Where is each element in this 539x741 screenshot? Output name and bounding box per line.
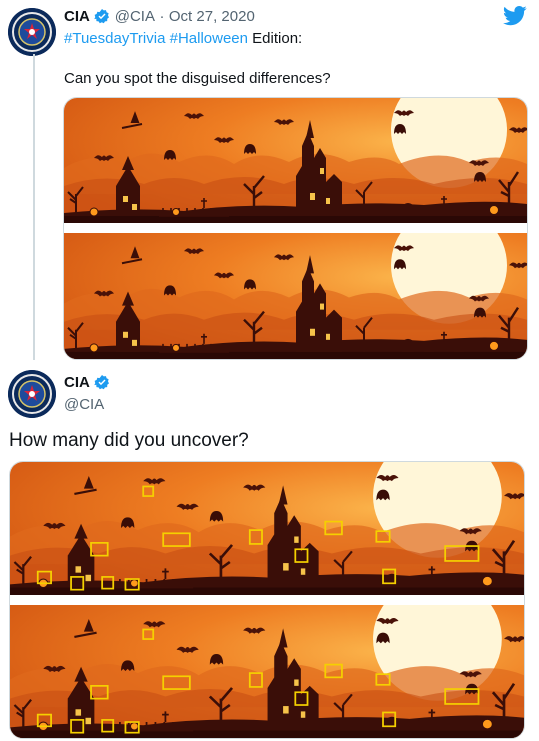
image-divider xyxy=(64,223,527,233)
cia-seal-icon xyxy=(8,8,56,56)
tweet2-header: CIA xyxy=(64,374,110,395)
tweet1-hashtag-line: #TuesdayTrivia #Halloween Edition: xyxy=(64,30,302,47)
separator-dot: · xyxy=(159,8,165,25)
hashtag-suffix: Edition: xyxy=(252,30,303,47)
author-handle[interactable]: @CIA xyxy=(115,8,155,25)
twitter-bird-icon[interactable] xyxy=(503,6,527,31)
tweet1-body: Can you spot the disguised differences? xyxy=(64,70,331,87)
puzzle-image-bottom xyxy=(64,233,527,359)
tweet2-media[interactable] xyxy=(9,461,525,739)
tweet1-media[interactable] xyxy=(63,97,528,360)
tweet-date[interactable]: Oct 27, 2020 xyxy=(169,8,255,25)
answer-image-top xyxy=(10,462,524,595)
hashtag-tuesdaytrivia[interactable]: #TuesdayTrivia xyxy=(64,30,165,47)
hashtag-halloween[interactable]: #Halloween xyxy=(170,30,248,47)
tweet2-body: How many did you uncover? xyxy=(9,430,249,451)
author-name[interactable]: CIA xyxy=(64,374,90,391)
author-handle[interactable]: @CIA xyxy=(64,396,104,413)
puzzle-image-top xyxy=(64,98,527,223)
author-name[interactable]: CIA xyxy=(64,8,90,25)
avatar[interactable] xyxy=(8,8,56,56)
answer-image-bottom xyxy=(10,605,524,738)
cia-seal-icon xyxy=(8,370,56,418)
tweet1-header: CIA @CIA · Oct 27, 2020 xyxy=(64,8,255,28)
avatar[interactable] xyxy=(8,370,56,418)
thread-connector xyxy=(33,54,35,360)
image-divider xyxy=(10,595,524,605)
verified-badge-icon xyxy=(94,8,110,29)
verified-badge-icon xyxy=(94,374,110,395)
